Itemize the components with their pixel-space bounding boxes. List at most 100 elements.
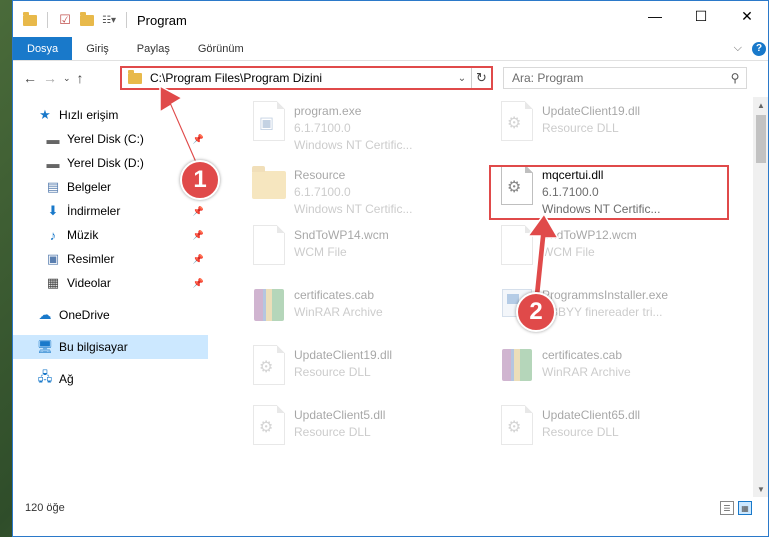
dll-file-icon: ⚙ [498,101,536,143]
file-type: WCM File [294,245,347,259]
sidebar-item-videos[interactable]: ▦ Videolar 📌 [13,271,208,295]
file-item[interactable]: ⚙ UpdateClient19.dll Resource DLL [494,97,734,151]
computer-icon: 🖥 [36,339,54,354]
file-name: certificates.cab [542,348,623,362]
back-arrow-icon[interactable]: ← [23,70,37,86]
status-bar: 120 öğe [13,497,768,519]
sidebar-item-pictures[interactable]: ▣ Resimler 📌 [13,247,208,271]
properties-icon[interactable]: ☑ [56,11,74,29]
tab-file[interactable]: Dosya [13,37,73,60]
explorer-window: ☑ ☷▾ Program — ☐ ✕ Dosya Giriş Paylaş Gö… [12,0,769,537]
tab-share[interactable]: Paylaş [123,37,184,60]
star-icon: ★ [39,107,51,122]
ribbon-expand-icon[interactable]: ⌵ [734,42,742,55]
search-placeholder: Ara: Program [512,71,584,85]
pin-icon: 📌 [192,133,204,144]
videos-icon: ▦ [46,275,60,290]
folder-icon [128,69,142,84]
download-icon: ⬇ [47,203,59,218]
search-input[interactable]: Ara: Program ⚲ [503,67,747,89]
divider [126,12,127,28]
file-version: 6.1.7100.0 [294,185,351,199]
up-arrow-icon[interactable]: ↑ [77,70,84,86]
sidebar-item-local-disk-d[interactable]: ▬ Yerel Disk (D:) [13,151,208,175]
file-item[interactable]: ▣ program.exe 6.1.7100.0 Windows NT Certif… [246,97,486,152]
minimize-button[interactable]: — [632,1,678,31]
folder-icon[interactable] [21,11,39,29]
window-controls: — ☐ ✕ [632,1,768,31]
quick-access-toolbar: ☑ ☷▾ [13,11,131,29]
file-description: Windows NT Certific... [294,138,413,152]
forward-arrow-icon[interactable]: → [43,70,57,86]
sidebar-item-label: Müzik [67,228,99,242]
sidebar-item-label: Videolar [67,276,111,290]
documents-icon: ▤ [46,179,60,194]
chevron-down-icon[interactable]: ⌄ [453,73,471,84]
sidebar-item-this-pc[interactable]: 🖥 Bu bilgisayar [13,335,208,359]
file-description: ABBYY finereader tri... [542,305,663,319]
sidebar-item-onedrive[interactable]: ☁ OneDrive [13,303,208,327]
file-item[interactable]: ⚙ UpdateClient65.dll Resource DLL [494,401,734,455]
dll-file-icon: ⚙ [250,345,288,387]
address-path[interactable]: C:\Program Files\Program Dizini [150,71,322,85]
drive-icon: ▬ [46,155,60,171]
pin-icon: 📌 [192,229,204,240]
pin-icon: 📌 [192,277,204,288]
file-name: ProgrammsInstaller.exe [542,288,669,302]
file-item[interactable]: SndToWP14.wcm WCM File [246,221,486,275]
file-name: certificates.cab [294,288,375,302]
scroll-up-icon[interactable]: ▲ [753,97,768,113]
sidebar-item-quick-access[interactable]: ★ Hızlı erişim [13,103,208,127]
tab-home[interactable]: Giriş [72,37,123,60]
refresh-icon[interactable]: ↻ [471,68,491,88]
folder-icon [250,165,288,207]
view-switcher: ☰ ▦ [720,501,752,515]
file-type: Resource DLL [542,425,619,439]
sidebar-item-label: Belgeler [67,180,112,194]
sidebar-item-downloads[interactable]: ⬇ İndirmeler 📌 [13,199,208,223]
file-type: WinRAR Archive [542,365,631,379]
maximize-button[interactable]: ☐ [678,1,724,31]
file-item[interactable]: Resource 6.1.7100.0 Windows NT Certific... [246,161,486,216]
exe-file-icon: ▣ [250,101,288,143]
tab-view[interactable]: Görünüm [184,37,258,60]
file-type: Resource DLL [294,365,371,379]
highlight-box-mqcertui [489,165,729,220]
sidebar-item-label: OneDrive [59,308,110,322]
address-bar[interactable]: C:\Program Files\Program Dizini ⌄ ↻ [120,66,493,90]
scroll-down-icon[interactable]: ▼ [753,481,768,497]
file-item[interactable]: certificates.cab WinRAR Archive [246,281,486,335]
file-type: Resource DLL [542,121,619,135]
file-description: Windows NT Certific... [294,202,413,216]
details-view-icon[interactable]: ☰ [720,501,734,515]
dll-file-icon: ⚙ [250,405,288,447]
archive-icon [498,345,536,387]
drive-icon: ▬ [46,131,60,147]
sidebar-item-documents[interactable]: ▤ Belgeler 📌 [13,175,208,199]
file-item[interactable]: SndToWP12.wcm WCM File [494,221,734,275]
step-badge-1: 1 [180,160,220,200]
file-item[interactable]: ⚙ UpdateClient5.dll Resource DLL [246,401,486,455]
sidebar-item-local-disk-c[interactable]: ▬ Yerel Disk (C:) 📌 [13,127,208,151]
sidebar-item-music[interactable]: ♪ Müzik 📌 [13,223,208,247]
customize-toolbar-icon[interactable]: ☷▾ [100,11,118,29]
file-name: UpdateClient65.dll [542,408,641,422]
vertical-scrollbar[interactable]: ▲ ▼ [753,97,768,497]
file-name: SndToWP12.wcm [542,228,637,242]
sidebar-item-network[interactable]: 🖧 Ağ [13,367,208,391]
tiles-view-icon[interactable]: ▦ [738,501,752,515]
recent-locations-chevron-icon[interactable]: ⌄ [63,73,71,84]
sidebar-item-label: Ağ [59,372,74,386]
scrollbar-thumb[interactable] [756,115,766,163]
new-folder-icon[interactable] [78,11,96,29]
file-name: UpdateClient19.dll [542,104,641,118]
blank-file-icon [498,225,536,267]
file-item[interactable]: certificates.cab WinRAR Archive [494,341,734,395]
close-button[interactable]: ✕ [724,1,768,31]
sidebar-item-label: Yerel Disk (D:) [67,156,144,170]
help-icon[interactable]: ? [752,41,766,56]
search-icon[interactable]: ⚲ [724,71,746,85]
file-item[interactable]: ⚙ UpdateClient19.dll Resource DLL [246,341,486,395]
network-icon: 🖧 [37,369,53,384]
archive-icon [250,285,288,327]
